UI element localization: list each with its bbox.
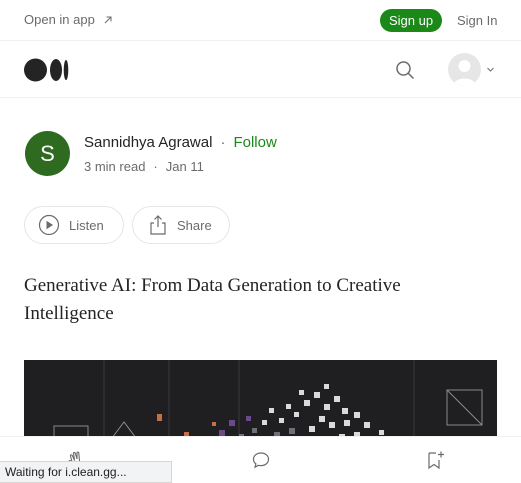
user-menu[interactable] [448,53,495,86]
author-name[interactable]: Sannidhya Agrawal [84,134,212,151]
browser-status-bar: Waiting for i.clean.gg... [0,461,172,483]
share-label: Share [177,217,212,233]
open-in-app-label: Open in app [24,12,95,27]
article-title: Generative AI: From Data Generation to C… [24,275,401,324]
sign-up-button[interactable]: Sign up [380,9,442,32]
open-in-app-link[interactable]: Open in app [24,12,113,27]
share-button[interactable]: Share [132,206,230,244]
arrow-up-right-icon [104,16,112,23]
medium-logo-icon[interactable] [24,58,69,82]
chevron-down-icon [487,67,494,72]
share-icon [150,215,166,235]
read-time: 3 min read [84,159,146,174]
separator-dot: · [153,159,158,174]
comment-icon[interactable] [252,451,270,469]
author-line: Sannidhya Agrawal · Follow [84,134,277,151]
search-icon[interactable] [395,60,415,80]
separator-dot: · [220,134,226,151]
author-avatar[interactable]: S [25,131,70,176]
user-avatar-icon [448,53,481,86]
publish-date: Jan 11 [165,159,204,174]
listen-button[interactable]: Listen [24,206,124,244]
article-meta: 3 min read · Jan 11 [84,159,204,174]
top-bar: Open in app Sign up Sign In [0,0,521,41]
follow-button[interactable]: Follow [233,134,276,151]
bookmark-add-icon[interactable] [425,450,445,470]
play-icon [38,214,60,236]
nav-bar [0,41,521,98]
listen-label: Listen [69,217,104,233]
sign-in-link[interactable]: Sign In [457,13,497,28]
